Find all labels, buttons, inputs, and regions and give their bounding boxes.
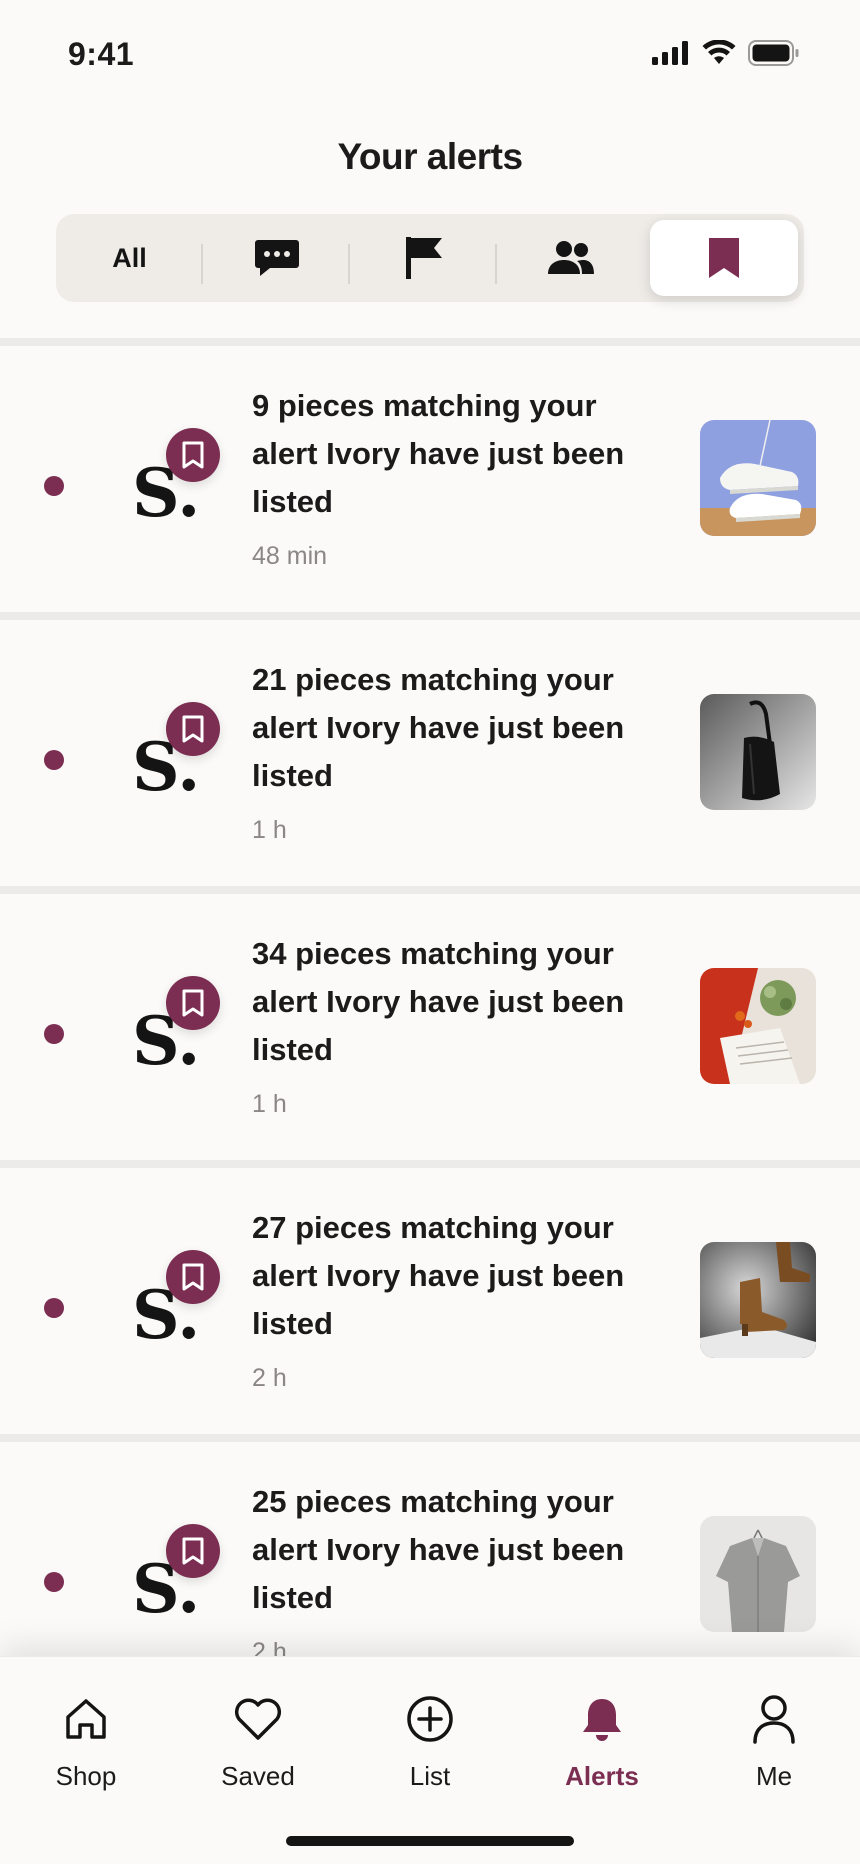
alert-timestamp: 2 h [252, 1364, 287, 1392]
boots-thumbnail[interactable] [700, 1242, 816, 1358]
alert-timestamp: 48 min [252, 542, 328, 570]
plus-circle-icon [360, 1691, 500, 1747]
bookmark-badge-icon [166, 428, 220, 482]
handbag-thumbnail[interactable] [700, 694, 816, 810]
unread-indicator [44, 750, 64, 770]
bookmark-icon [707, 236, 741, 280]
home-icon [16, 1691, 156, 1747]
bottom-tab-bar: Shop Saved List Alerts Me [0, 1656, 860, 1864]
alert-message: 9 pieces matching your alert Ivory have … [252, 388, 625, 519]
tab-me-label: Me [755, 1761, 793, 1791]
status-time: 9:41 [68, 36, 135, 72]
shirt-thumbnail[interactable] [700, 1516, 816, 1632]
knitwear-thumbnail[interactable] [700, 968, 816, 1084]
alert-row[interactable]: S. 27 pieces matching your alert Ivory h… [0, 1160, 860, 1434]
tab-shop-label: Shop [55, 1761, 117, 1791]
tab-saved[interactable]: Saved [188, 1691, 328, 1792]
alert-row[interactable]: S. 34 pieces matching your alert Ivory h… [0, 886, 860, 1160]
brand-logo: S. [132, 428, 232, 542]
heart-icon [188, 1691, 328, 1747]
bookmark-badge-icon [166, 702, 220, 756]
brand-logo: S. [132, 702, 232, 816]
status-bar: 9:41 [0, 0, 860, 110]
wifi-icon [702, 39, 736, 71]
bookmark-badge-icon [166, 976, 220, 1030]
unread-indicator [44, 476, 64, 496]
tab-alerts-label: Alerts [565, 1761, 639, 1791]
tab-saved-label: Saved [221, 1761, 295, 1791]
sneakers-thumbnail[interactable] [700, 420, 816, 536]
alert-message: 21 pieces matching your alert Ivory have… [252, 662, 625, 793]
people-icon [546, 240, 596, 276]
alert-timestamp: 1 h [252, 1090, 287, 1118]
alert-message: 27 pieces matching your alert Ivory have… [252, 1210, 625, 1341]
unread-indicator [44, 1024, 64, 1044]
unread-indicator [44, 1572, 64, 1592]
tab-shop[interactable]: Shop [16, 1691, 156, 1792]
alert-message: 34 pieces matching your alert Ivory have… [252, 936, 625, 1067]
brand-logo: S. [132, 976, 232, 1090]
filter-all-label: All [112, 242, 147, 273]
alert-message: 25 pieces matching your alert Ivory have… [252, 1484, 625, 1615]
battery-icon [748, 40, 800, 71]
filter-flags-tab[interactable] [350, 220, 497, 296]
alert-timestamp: 1 h [252, 816, 287, 844]
bell-icon [532, 1691, 672, 1747]
filter-all-tab[interactable]: All [56, 220, 203, 296]
bookmark-badge-icon [166, 1250, 220, 1304]
alerts-screen: 9:41 Your alerts All S. 9 pieces matchin… [0, 0, 860, 1864]
unread-indicator [44, 1298, 64, 1318]
page-title: Your alerts [337, 136, 523, 177]
filter-people-tab[interactable] [497, 220, 644, 296]
alert-filter-bar: All [56, 214, 804, 302]
tab-alerts[interactable]: Alerts [532, 1691, 672, 1792]
filter-saved-searches-tab[interactable] [650, 220, 798, 296]
tab-me[interactable]: Me [704, 1691, 844, 1792]
flag-icon [404, 235, 444, 281]
message-icon [254, 238, 300, 278]
bookmark-badge-icon [166, 1524, 220, 1578]
person-icon [704, 1691, 844, 1747]
alert-row[interactable]: S. 21 pieces matching your alert Ivory h… [0, 612, 860, 886]
tab-list[interactable]: List [360, 1691, 500, 1792]
brand-logo: S. [132, 1250, 232, 1364]
brand-logo: S. [132, 1524, 232, 1638]
alert-row[interactable]: S. 9 pieces matching your alert Ivory ha… [0, 338, 860, 612]
cellular-signal-icon [652, 41, 690, 70]
alert-list: S. 9 pieces matching your alert Ivory ha… [0, 338, 860, 1708]
status-icons [652, 39, 800, 71]
tab-list-label: List [409, 1761, 451, 1791]
home-indicator [286, 1836, 574, 1846]
filter-messages-tab[interactable] [203, 220, 350, 296]
